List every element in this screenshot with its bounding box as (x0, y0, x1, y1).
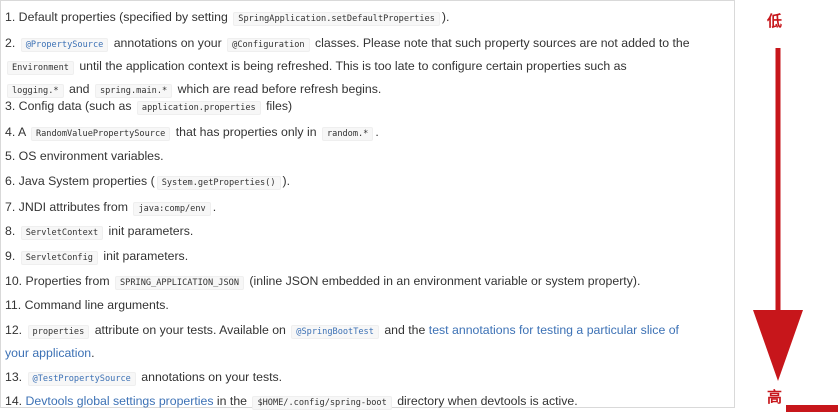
item-text: (inline JSON embedded in an environment … (246, 274, 641, 288)
item-text (15, 224, 18, 238)
inline-code: random.* (321, 127, 374, 141)
item-text: directory when devtools is active. (393, 394, 578, 408)
code-link[interactable]: @PropertySource (20, 38, 109, 52)
item-number: 13. (5, 370, 23, 384)
item-text (22, 323, 25, 337)
item-number: 7. (5, 200, 16, 214)
item-number: 12. (5, 323, 23, 337)
property-order-list: 1. Default properties (specified by sett… (0, 0, 735, 410)
item-text: Properties from (22, 274, 113, 288)
item-text: classes. Please note that such property … (311, 36, 690, 50)
high-priority-label: 高 (767, 388, 783, 406)
list-item: 14. Devtools global settings properties … (5, 391, 731, 414)
item-text: init parameters. (99, 249, 189, 263)
item-text: Default properties (specified by setting (15, 10, 232, 24)
list-item: 10. Properties from SPRING_APPLICATION_J… (5, 271, 731, 294)
list-item: 13. @TestPropertySource annotations on y… (5, 367, 731, 390)
inline-code: SPRING_APPLICATION_JSON (115, 276, 244, 290)
inline-code: $HOME/.config/spring-boot (252, 396, 392, 410)
list-item: 1. Default properties (specified by sett… (5, 7, 731, 30)
item-number: 2. (5, 36, 16, 50)
item-text: . (212, 200, 217, 214)
inline-code: @Configuration (227, 38, 310, 52)
inline-code: ServletConfig (20, 251, 98, 265)
item-text: attribute on your tests. Available on (91, 323, 290, 337)
inline-code: application.properties (136, 101, 261, 115)
item-text: and the (380, 323, 429, 337)
item-number: 11. (5, 298, 22, 312)
code-link[interactable]: @SpringBootTest (291, 325, 379, 339)
inline-code: properties (27, 325, 90, 339)
item-text: which are read before refresh begins. (174, 82, 382, 96)
item-text: ). (441, 10, 450, 24)
item-text: A (15, 125, 29, 139)
item-text: JNDI attributes from (15, 200, 132, 214)
item-text (22, 370, 25, 384)
doc-link[interactable]: your application (5, 346, 91, 360)
item-text: . (91, 346, 95, 360)
arrow-down-icon (753, 48, 803, 381)
item-text: Java System properties ( (15, 174, 155, 188)
item-text: in the (213, 394, 251, 408)
item-text: until the application context is being r… (75, 59, 627, 73)
inline-code: ServletContext (20, 226, 104, 240)
item-text (15, 36, 18, 50)
list-item: 8. ServletContext init parameters. (5, 221, 731, 244)
list-item: 6. Java System properties (System.getPro… (5, 171, 731, 194)
item-text: annotations on your tests. (137, 370, 283, 384)
list-item: 12. properties attribute on your tests. … (5, 320, 731, 364)
inline-code: java:comp/env (133, 202, 211, 216)
item-number: 9. (5, 249, 16, 263)
list-item: 7. JNDI attributes from java:comp/env. (5, 197, 731, 220)
item-text: . (375, 125, 379, 139)
item-text: OS environment variables. (15, 149, 164, 163)
item-text: files) (262, 99, 293, 113)
item-text: ). (282, 174, 291, 188)
item-text: Config data (such as (15, 99, 135, 113)
item-text: Command line arguments. (21, 298, 169, 312)
item-number: 6. (5, 174, 16, 188)
item-text (15, 249, 18, 263)
low-priority-label: 低 (767, 12, 783, 30)
item-number: 8. (5, 224, 16, 238)
item-text: that has properties only in (172, 125, 320, 139)
code-link[interactable]: @TestPropertySource (27, 372, 136, 386)
corner-bar (786, 405, 838, 412)
item-number: 10. (5, 274, 23, 288)
doc-link[interactable]: Devtools global settings properties (26, 394, 214, 408)
doc-link[interactable]: test annotations for testing a particula… (429, 323, 679, 337)
inline-code: Environment (7, 61, 74, 75)
item-text: init parameters. (105, 224, 194, 238)
inline-code: SpringApplication.setDefaultProperties (233, 12, 440, 26)
list-item: 4. A RandomValuePropertySource that has … (5, 122, 731, 145)
inline-code: System.getProperties() (156, 176, 281, 190)
item-number: 14. (5, 394, 23, 408)
list-item: 9. ServletConfig init parameters. (5, 246, 731, 269)
list-item: 3. Config data (such as application.prop… (5, 96, 731, 119)
item-number: 3. (5, 99, 16, 113)
item-number: 1. (5, 10, 16, 24)
list-item: 5. OS environment variables. (5, 146, 731, 167)
list-item: 2. @PropertySource annotations on your @… (5, 33, 731, 102)
inline-code: RandomValuePropertySource (30, 127, 171, 141)
list-item: 11. Command line arguments. (5, 295, 731, 316)
item-text: annotations on your (110, 36, 226, 50)
item-number: 5. (5, 149, 16, 163)
item-number: 4. (5, 125, 16, 139)
item-text: and (65, 82, 93, 96)
